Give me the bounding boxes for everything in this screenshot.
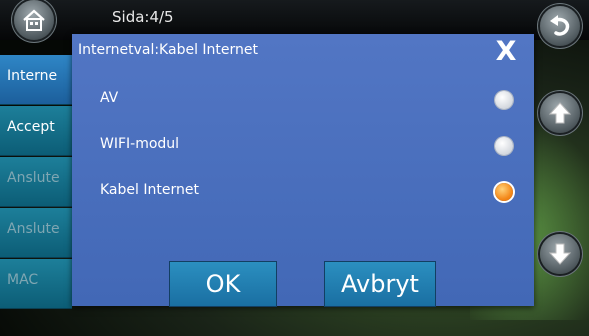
home-icon <box>23 9 45 31</box>
menu-item-label: Anslute <box>7 221 60 237</box>
back-button[interactable] <box>540 6 580 46</box>
option-av[interactable]: AV <box>72 81 534 121</box>
option-label: Kabel Internet <box>100 182 199 198</box>
menu-item-label: Accept <box>7 119 55 135</box>
radio-button-selected[interactable] <box>495 183 513 201</box>
menu-item-label: Anslute <box>7 170 60 186</box>
close-icon: X <box>495 36 517 67</box>
arrow-up-icon <box>548 102 572 124</box>
ok-button[interactable]: OK <box>170 262 276 306</box>
back-arrow-icon <box>550 15 570 36</box>
scroll-up-button[interactable] <box>540 93 580 133</box>
option-cable-internet[interactable]: Kabel Internet <box>72 173 534 213</box>
radio-button[interactable] <box>495 91 513 109</box>
menu-item-accept[interactable]: Accept <box>0 106 72 156</box>
menu-item-mac[interactable]: MAC <box>0 259 72 309</box>
menu-item-internet[interactable]: Interne <box>0 55 72 105</box>
option-label: WIFI-modul <box>100 136 180 152</box>
home-button[interactable] <box>14 0 54 40</box>
dialog-title: Internetval:Kabel Internet <box>78 42 259 58</box>
scroll-down-button[interactable] <box>540 234 580 274</box>
internet-selection-dialog: Internetval:Kabel Internet X AV WIFI-mod… <box>72 34 534 306</box>
menu-item-label: Interne <box>7 68 58 84</box>
option-label: AV <box>100 90 119 106</box>
side-menu: Interne Accept Anslute Anslute MAC <box>0 55 72 336</box>
screen: Sida:4/5 Interne Accept Anslute Anslute … <box>0 0 589 336</box>
option-wifi-module[interactable]: WIFI-modul <box>72 127 534 167</box>
page-indicator: Sida:4/5 <box>112 8 174 26</box>
menu-item-connect-2[interactable]: Anslute <box>0 208 72 258</box>
menu-item-label: MAC <box>7 272 39 288</box>
radio-button[interactable] <box>495 137 513 155</box>
cancel-button[interactable]: Avbryt <box>325 262 435 306</box>
close-button[interactable]: X <box>490 36 522 68</box>
menu-item-connect-1[interactable]: Anslute <box>0 157 72 207</box>
arrow-down-icon <box>548 243 572 265</box>
